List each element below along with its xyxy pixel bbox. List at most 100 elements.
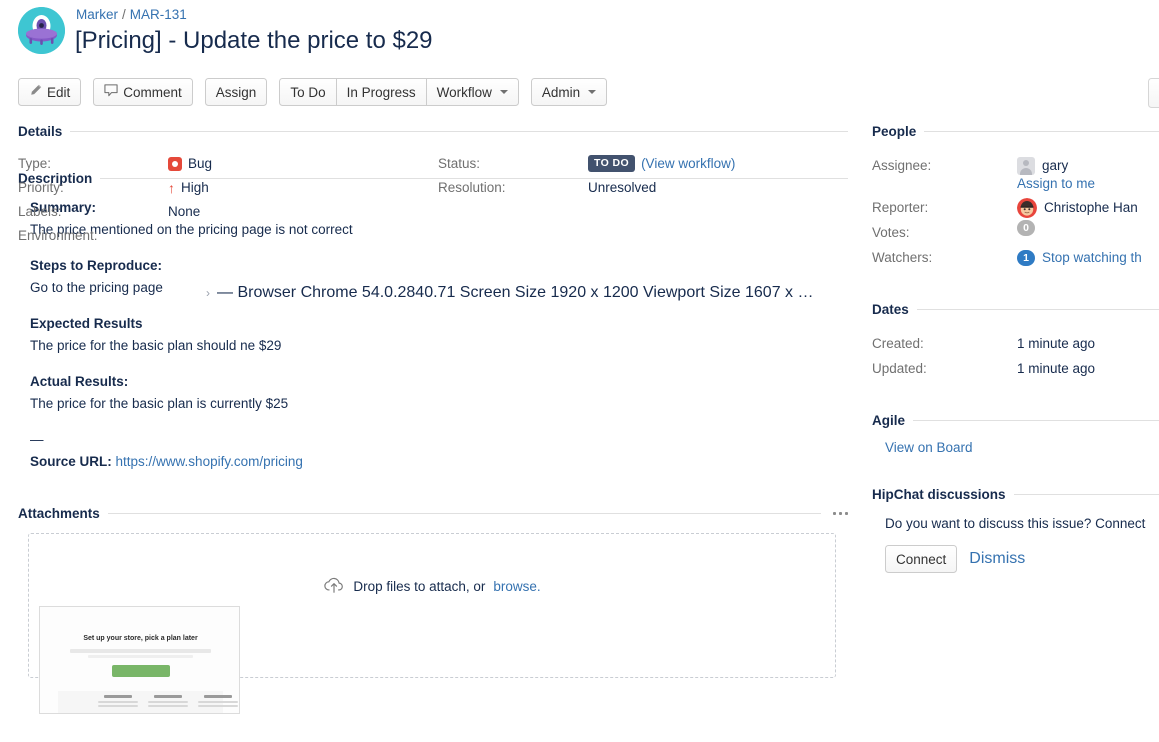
breadcrumb: Marker / MAR-131 [76,6,187,23]
source-url-link[interactable]: https://www.shopify.com/pricing [116,454,303,469]
transition-todo-button[interactable]: To Do [279,78,336,106]
field-created-value: 1 minute ago [1017,331,1095,356]
dropzone-message: Drop files to attach, or browse. [29,576,835,597]
field-assignee-label: Assignee: [872,153,1017,178]
attachments-divider [108,513,821,514]
view-on-board-link[interactable]: View on Board [885,440,973,455]
chevron-right-icon[interactable]: › [206,286,210,300]
hipchat-divider [1014,494,1159,495]
assign-button[interactable]: Assign [205,78,268,106]
breadcrumb-issue-key-link[interactable]: MAR-131 [130,7,187,22]
agile-divider [913,420,1159,421]
field-type-label: Type: [18,153,168,174]
field-votes-label: Votes: [872,220,1017,245]
people-heading: People [872,124,916,139]
dates-divider [917,309,1159,310]
attachment-dropzone[interactable]: Drop files to attach, or browse. Set up … [28,533,836,678]
field-reporter-value-wrap: Christophe Han [1017,195,1138,220]
dates-grid: Created: 1 minute ago Updated: 1 minute … [872,331,1159,381]
field-status: Status: TO DO (View workflow) [438,153,848,177]
thumbnail-plan-columns [98,695,233,709]
thumbnail-plan-column [98,695,138,709]
jira-issue-page: Marker/MAR-131 [Pricing] - Update the pr… [0,0,1159,742]
field-created-label: Created: [872,331,1017,356]
thumbnail-title: Set up your store, pick a plan later [40,635,240,642]
field-assignee-value: gary [1042,153,1068,178]
field-type-value-wrap: Bug [168,153,212,174]
agile-section-header: Agile [872,413,1159,428]
transition-in-progress-button[interactable]: In Progress [337,78,427,106]
hipchat-section-header: HipChat discussions [872,487,1159,502]
edit-button-label: Edit [47,85,70,100]
workflow-dropdown-button[interactable]: Workflow [427,78,519,106]
field-priority: Priority: ↑ High [18,177,438,201]
breadcrumb-project-link[interactable]: Marker [76,7,118,22]
arrow-up-icon: ↑ [168,181,175,195]
field-created: Created: 1 minute ago [872,331,1159,356]
description-block-text: The price for the basic plan should ne $… [30,336,848,356]
details-column-left: Type: Bug Priority: ↑ High Labels: None [18,153,438,249]
people-grid: Assignee: gary Assign to me Reporter: [872,153,1159,270]
field-resolution-label: Resolution: [438,177,588,198]
transition-in-progress-label: In Progress [347,85,416,100]
thumbnail-subtext-bar-2 [88,655,193,658]
thumbnail-subtext-bar [70,649,211,653]
dropzone-text: Drop files to attach, or [353,579,485,594]
pencil-icon [29,84,42,100]
toolbar-overflow-button[interactable] [1148,78,1159,108]
description-block-heading: Expected Results [30,314,848,334]
field-environment-value-row: › — Browser Chrome 54.0.2840.71 Screen S… [206,284,817,302]
issue-main-column: Details Type: Bug Priority: ↑ High [18,124,848,678]
field-updated-label: Updated: [872,356,1017,381]
assign-to-me-row: Assign to me [1017,176,1159,191]
watchers-badge: 1 [1017,250,1035,266]
people-section-header: People [872,124,1159,139]
hipchat-dismiss-link[interactable]: Dismiss [969,550,1025,568]
chevron-down-icon [500,90,508,94]
assign-to-me-link[interactable]: Assign to me [1017,176,1095,191]
status-badge: TO DO [588,155,635,172]
stop-watching-link[interactable]: Stop watching th [1042,245,1142,270]
field-resolution: Resolution: Unresolved [438,177,848,201]
attachments-heading: Attachments [18,506,100,521]
field-assignee-value-wrap: gary [1017,153,1068,178]
edit-button[interactable]: Edit [18,78,81,106]
hipchat-actions: Connect Dismiss [885,545,1159,573]
attachments-section-header: Attachments [18,506,848,521]
field-reporter: Reporter: Christophe Han [872,195,1159,220]
field-updated-value: 1 minute ago [1017,356,1095,381]
details-column-right: Status: TO DO (View workflow) Resolution… [438,153,848,201]
field-environment: Environment: [18,225,438,249]
ellipsis-icon[interactable] [829,512,848,515]
agile-section: Agile View on Board [872,413,1159,455]
breadcrumb-separator: / [122,7,126,22]
field-labels-label: Labels: [18,201,168,222]
field-watchers: Watchers: 1 Stop watching th [872,245,1159,270]
field-resolution-value: Unresolved [588,177,656,198]
view-workflow-link[interactable]: (View workflow) [641,153,735,174]
agile-link-row: View on Board [885,440,1159,455]
workflow-button-group: To Do In Progress Workflow [279,78,519,106]
details-divider [70,131,848,132]
admin-dropdown-label: Admin [542,85,580,100]
field-type-value: Bug [188,153,212,174]
hipchat-connect-button[interactable]: Connect [885,545,957,573]
field-watchers-value-wrap: 1 Stop watching th [1017,245,1142,270]
browse-link[interactable]: browse. [493,579,540,594]
description-source-url-row: Source URL: https://www.shopify.com/pric… [30,452,848,472]
issue-sidebar: People Assignee: gary Assign to me Repor… [872,124,1159,573]
admin-dropdown-button[interactable]: Admin [531,78,607,106]
transition-todo-label: To Do [290,85,325,100]
field-type: Type: Bug [18,153,438,177]
details-heading: Details [18,124,62,139]
field-labels-value: None [168,201,200,222]
hipchat-section: HipChat discussions Do you want to discu… [872,487,1159,573]
field-priority-label: Priority: [18,177,168,198]
bug-icon [168,157,182,171]
description-divider-dash: — [30,430,848,450]
cloud-upload-icon [323,576,345,597]
field-assignee: Assignee: gary [872,153,1159,178]
comment-button[interactable]: Comment [93,78,193,106]
field-environment-value: — Browser Chrome 54.0.2840.71 Screen Siz… [217,284,817,302]
attachment-thumbnail[interactable]: Set up your store, pick a plan later [39,606,240,714]
